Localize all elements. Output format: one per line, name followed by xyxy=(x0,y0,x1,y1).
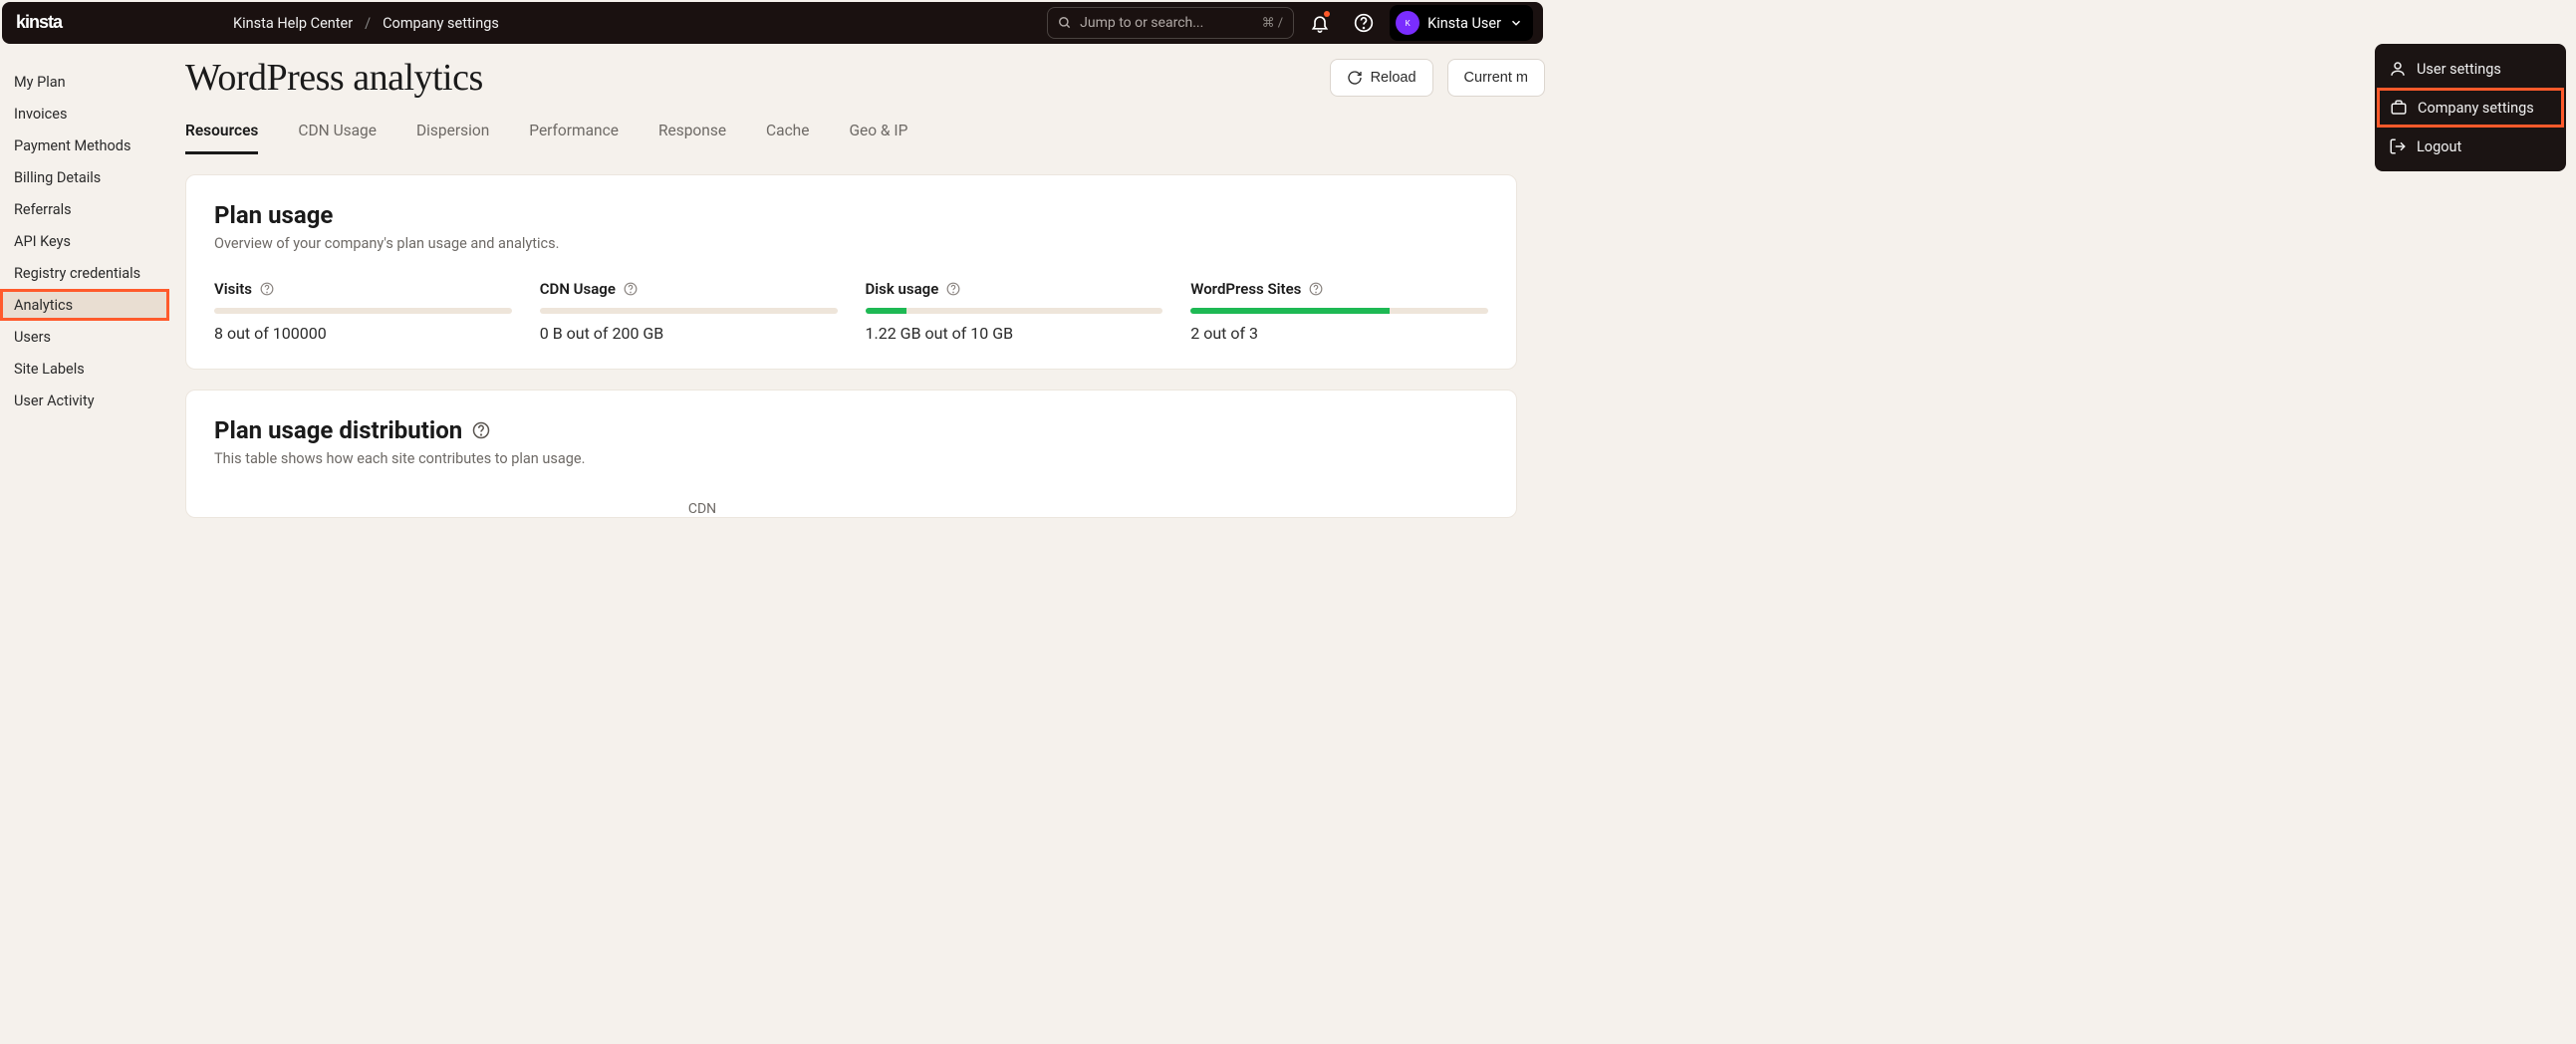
period-select[interactable]: Current m xyxy=(1447,59,1545,97)
plan-usage-title: Plan usage xyxy=(214,201,1488,229)
user-name: Kinsta User xyxy=(1427,15,1501,32)
plan-distribution-card: Plan usage distribution This table shows… xyxy=(185,390,1517,518)
search-icon xyxy=(1058,16,1072,30)
user-dropdown: User settings Company settings Logout xyxy=(2375,44,2566,171)
help-icon xyxy=(1354,13,1374,33)
search-input[interactable]: Jump to or search... ⌘ / xyxy=(1047,7,1294,39)
breadcrumb-separator: / xyxy=(365,15,371,32)
metric-value: 2 out of 3 xyxy=(1190,324,1488,343)
plan-usage-card: Plan usage Overview of your company's pl… xyxy=(185,174,1517,370)
sidebar-item-referrals[interactable]: Referrals xyxy=(0,193,169,225)
logout-icon xyxy=(2389,137,2407,155)
page-title: WordPress analytics xyxy=(185,56,1316,100)
menu-item-label: Company settings xyxy=(2418,100,2534,117)
progress-bar xyxy=(866,308,1163,314)
logo[interactable]: kinsta xyxy=(16,14,86,32)
menu-item-company-settings[interactable]: Company settings xyxy=(2377,88,2564,128)
metric-name: CDN Usage xyxy=(540,280,616,298)
reload-label: Reload xyxy=(1371,70,1417,86)
sidebar-item-api-keys[interactable]: API Keys xyxy=(0,225,169,257)
tab-resources[interactable]: Resources xyxy=(185,122,258,154)
metric-value: 0 B out of 200 GB xyxy=(540,324,838,343)
progress-bar xyxy=(1190,308,1488,314)
svg-text:kinsta: kinsta xyxy=(16,14,64,32)
sidebar-item-billing-details[interactable]: Billing Details xyxy=(0,161,169,193)
sidebar-item-my-plan[interactable]: My Plan xyxy=(0,66,169,98)
tabs: Resources CDN Usage Dispersion Performan… xyxy=(185,122,1545,154)
help-icon[interactable] xyxy=(472,421,490,439)
distribution-title: Plan usage distribution xyxy=(214,416,462,444)
breadcrumb-item-0[interactable]: Kinsta Help Center xyxy=(233,15,353,32)
sidebar-item-user-activity[interactable]: User Activity xyxy=(0,385,169,416)
user-icon xyxy=(2389,60,2407,78)
progress-bar xyxy=(214,308,512,314)
menu-item-label: Logout xyxy=(2417,138,2461,155)
metric-name: WordPress Sites xyxy=(1190,280,1301,298)
notifications-button[interactable] xyxy=(1302,5,1338,41)
reload-button[interactable]: Reload xyxy=(1330,59,1433,97)
help-icon[interactable] xyxy=(260,282,274,296)
help-icon[interactable] xyxy=(946,282,960,296)
metric-name: Visits xyxy=(214,280,252,298)
sidebar-item-invoices[interactable]: Invoices xyxy=(0,98,169,130)
progress-bar xyxy=(540,308,838,314)
metric-wordpress-sites: WordPress Sites 2 out of 3 xyxy=(1190,280,1488,343)
metric-value: 1.22 GB out of 10 GB xyxy=(866,324,1163,343)
sidebar-item-registry-credentials[interactable]: Registry credentials xyxy=(0,257,169,289)
tab-performance[interactable]: Performance xyxy=(529,122,619,154)
table-column-cdn: CDN xyxy=(672,501,732,517)
breadcrumb-item-1[interactable]: Company settings xyxy=(383,15,499,32)
sidebar: My Plan Invoices Payment Methods Billing… xyxy=(0,52,169,538)
search-placeholder: Jump to or search... xyxy=(1080,15,1203,31)
help-icon[interactable] xyxy=(624,282,638,296)
distribution-subtitle: This table shows how each site contribut… xyxy=(214,450,1488,467)
search-shortcut: ⌘ / xyxy=(1262,16,1284,31)
tab-cache[interactable]: Cache xyxy=(766,122,809,154)
breadcrumb: Kinsta Help Center / Company settings xyxy=(233,15,499,32)
tab-cdn-usage[interactable]: CDN Usage xyxy=(298,122,377,154)
menu-item-user-settings[interactable]: User settings xyxy=(2375,50,2566,88)
metric-value: 8 out of 100000 xyxy=(214,324,512,343)
topbar: kinsta Kinsta Help Center / Company sett… xyxy=(2,2,1543,44)
avatar: K xyxy=(1396,11,1419,35)
metric-visits: Visits 8 out of 100000 xyxy=(214,280,512,343)
tab-response[interactable]: Response xyxy=(658,122,726,154)
sidebar-item-users[interactable]: Users xyxy=(0,321,169,353)
reload-icon xyxy=(1347,70,1363,86)
tab-geo-ip[interactable]: Geo & IP xyxy=(849,122,907,154)
metric-name: Disk usage xyxy=(866,280,939,298)
period-label: Current m xyxy=(1464,70,1528,86)
metric-disk-usage: Disk usage 1.22 GB out of 10 GB xyxy=(866,280,1163,343)
help-icon[interactable] xyxy=(1309,282,1323,296)
main-content: WordPress analytics Reload Current m Res… xyxy=(169,52,1545,538)
plan-usage-subtitle: Overview of your company's plan usage an… xyxy=(214,235,1488,252)
briefcase-icon xyxy=(2390,99,2408,117)
sidebar-item-analytics[interactable]: Analytics xyxy=(0,289,169,321)
menu-item-logout[interactable]: Logout xyxy=(2375,128,2566,165)
menu-item-label: User settings xyxy=(2417,61,2501,78)
sidebar-item-site-labels[interactable]: Site Labels xyxy=(0,353,169,385)
chevron-down-icon xyxy=(1509,16,1523,30)
tab-dispersion[interactable]: Dispersion xyxy=(416,122,489,154)
metric-cdn-usage: CDN Usage 0 B out of 200 GB xyxy=(540,280,838,343)
user-menu-button[interactable]: K Kinsta User xyxy=(1390,5,1533,41)
help-button[interactable] xyxy=(1346,5,1382,41)
sidebar-item-payment-methods[interactable]: Payment Methods xyxy=(0,130,169,161)
